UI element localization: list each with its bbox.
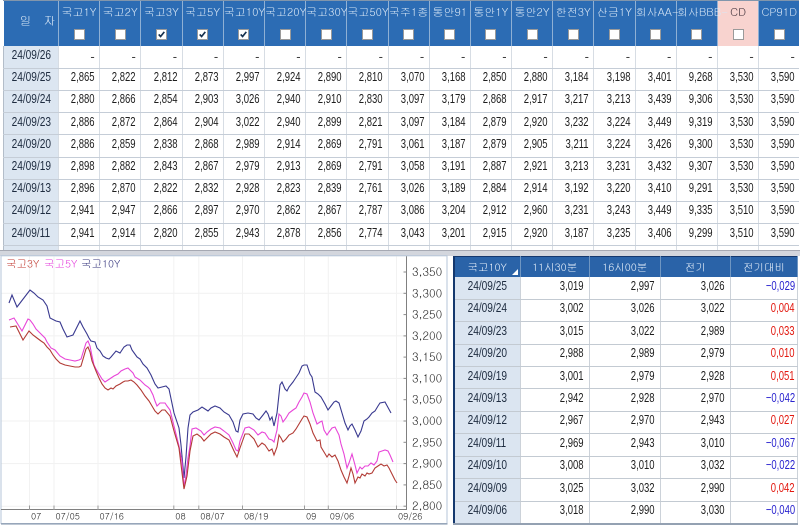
svg-text:3,300: 3,300 xyxy=(412,285,443,301)
svg-text:07/05: 07/05 xyxy=(56,510,80,523)
svg-text:07/16: 07/16 xyxy=(100,510,124,523)
svg-text:08/07: 08/07 xyxy=(200,510,224,523)
svg-text:3,200: 3,200 xyxy=(412,328,443,344)
svg-text:08: 08 xyxy=(175,510,185,523)
svg-text:09/06: 09/06 xyxy=(330,510,354,523)
svg-text:2,850: 2,850 xyxy=(412,477,443,493)
svg-text:3,250: 3,250 xyxy=(412,307,443,323)
svg-text:2,900: 2,900 xyxy=(412,456,443,472)
svg-text:08/19: 08/19 xyxy=(244,510,268,523)
svg-text:07: 07 xyxy=(31,510,41,523)
svg-text:09/26: 09/26 xyxy=(398,510,422,523)
svg-text:2,950: 2,950 xyxy=(412,434,443,450)
svg-text:3,050: 3,050 xyxy=(412,392,443,408)
svg-text:3,150: 3,150 xyxy=(412,349,443,365)
svg-text:09: 09 xyxy=(306,510,316,523)
svg-text:국고3Y국고5Y국고10Y: 국고3Y 국고5Y 국고10Y xyxy=(6,256,121,271)
svg-text:3,350: 3,350 xyxy=(412,264,443,280)
svg-text:3,100: 3,100 xyxy=(412,370,443,386)
svg-text:3,000: 3,000 xyxy=(412,413,443,429)
